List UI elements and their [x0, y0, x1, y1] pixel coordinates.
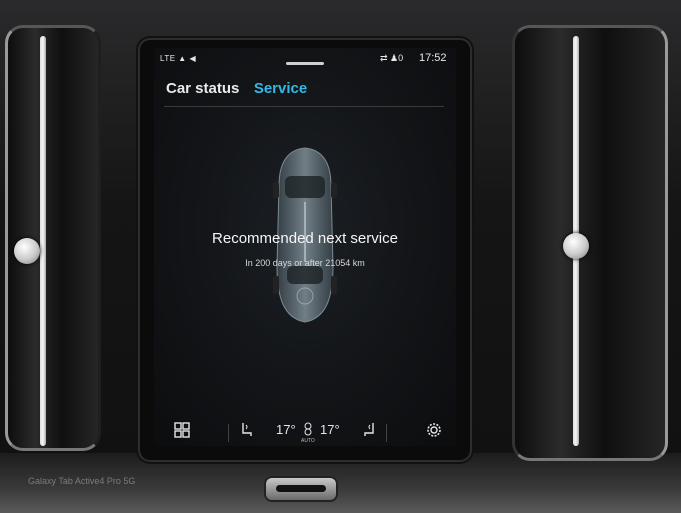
left-air-vent [5, 25, 101, 451]
driver-temperature[interactable]: 17° [276, 422, 296, 437]
status-icons: ⇄ ♟0 [380, 53, 404, 63]
climate-bar: 17° AUTO 17° [154, 418, 456, 446]
home-button[interactable] [266, 478, 336, 500]
tab-bar: Car status Service [166, 80, 317, 104]
passenger-temperature[interactable]: 17° [320, 422, 340, 437]
seat-heat-icon[interactable] [240, 422, 254, 443]
fan-mode-label: AUTO [301, 438, 315, 444]
infotainment-screen: LTE ▲ ◀ ⇄ ♟0 17:52 Car status Service Re… [154, 48, 456, 446]
seat-heat-icon[interactable] [362, 422, 376, 443]
clock: 17:52 [419, 52, 447, 64]
signal-icons: LTE ▲ ◀ [160, 54, 197, 63]
tab-divider [164, 106, 444, 107]
vent-slat [40, 36, 46, 446]
status-bar: LTE ▲ ◀ ⇄ ♟0 17:52 [154, 48, 456, 70]
camera-watermark: Galaxy Tab Active4 Pro 5G [28, 476, 136, 486]
right-air-vent [512, 25, 668, 461]
tab-car-status[interactable]: Car status [166, 80, 239, 97]
grid-icon[interactable] [174, 422, 190, 443]
service-subtitle: In 200 days or after 21054 km [245, 258, 365, 268]
vent-knob[interactable] [14, 238, 40, 264]
divider [228, 424, 229, 442]
top-pull-handle[interactable] [286, 62, 324, 65]
gear-icon[interactable] [426, 422, 442, 443]
divider [386, 424, 387, 442]
service-title: Recommended next service [212, 230, 398, 247]
tab-service[interactable]: Service [254, 80, 307, 97]
vent-knob[interactable] [563, 233, 589, 259]
